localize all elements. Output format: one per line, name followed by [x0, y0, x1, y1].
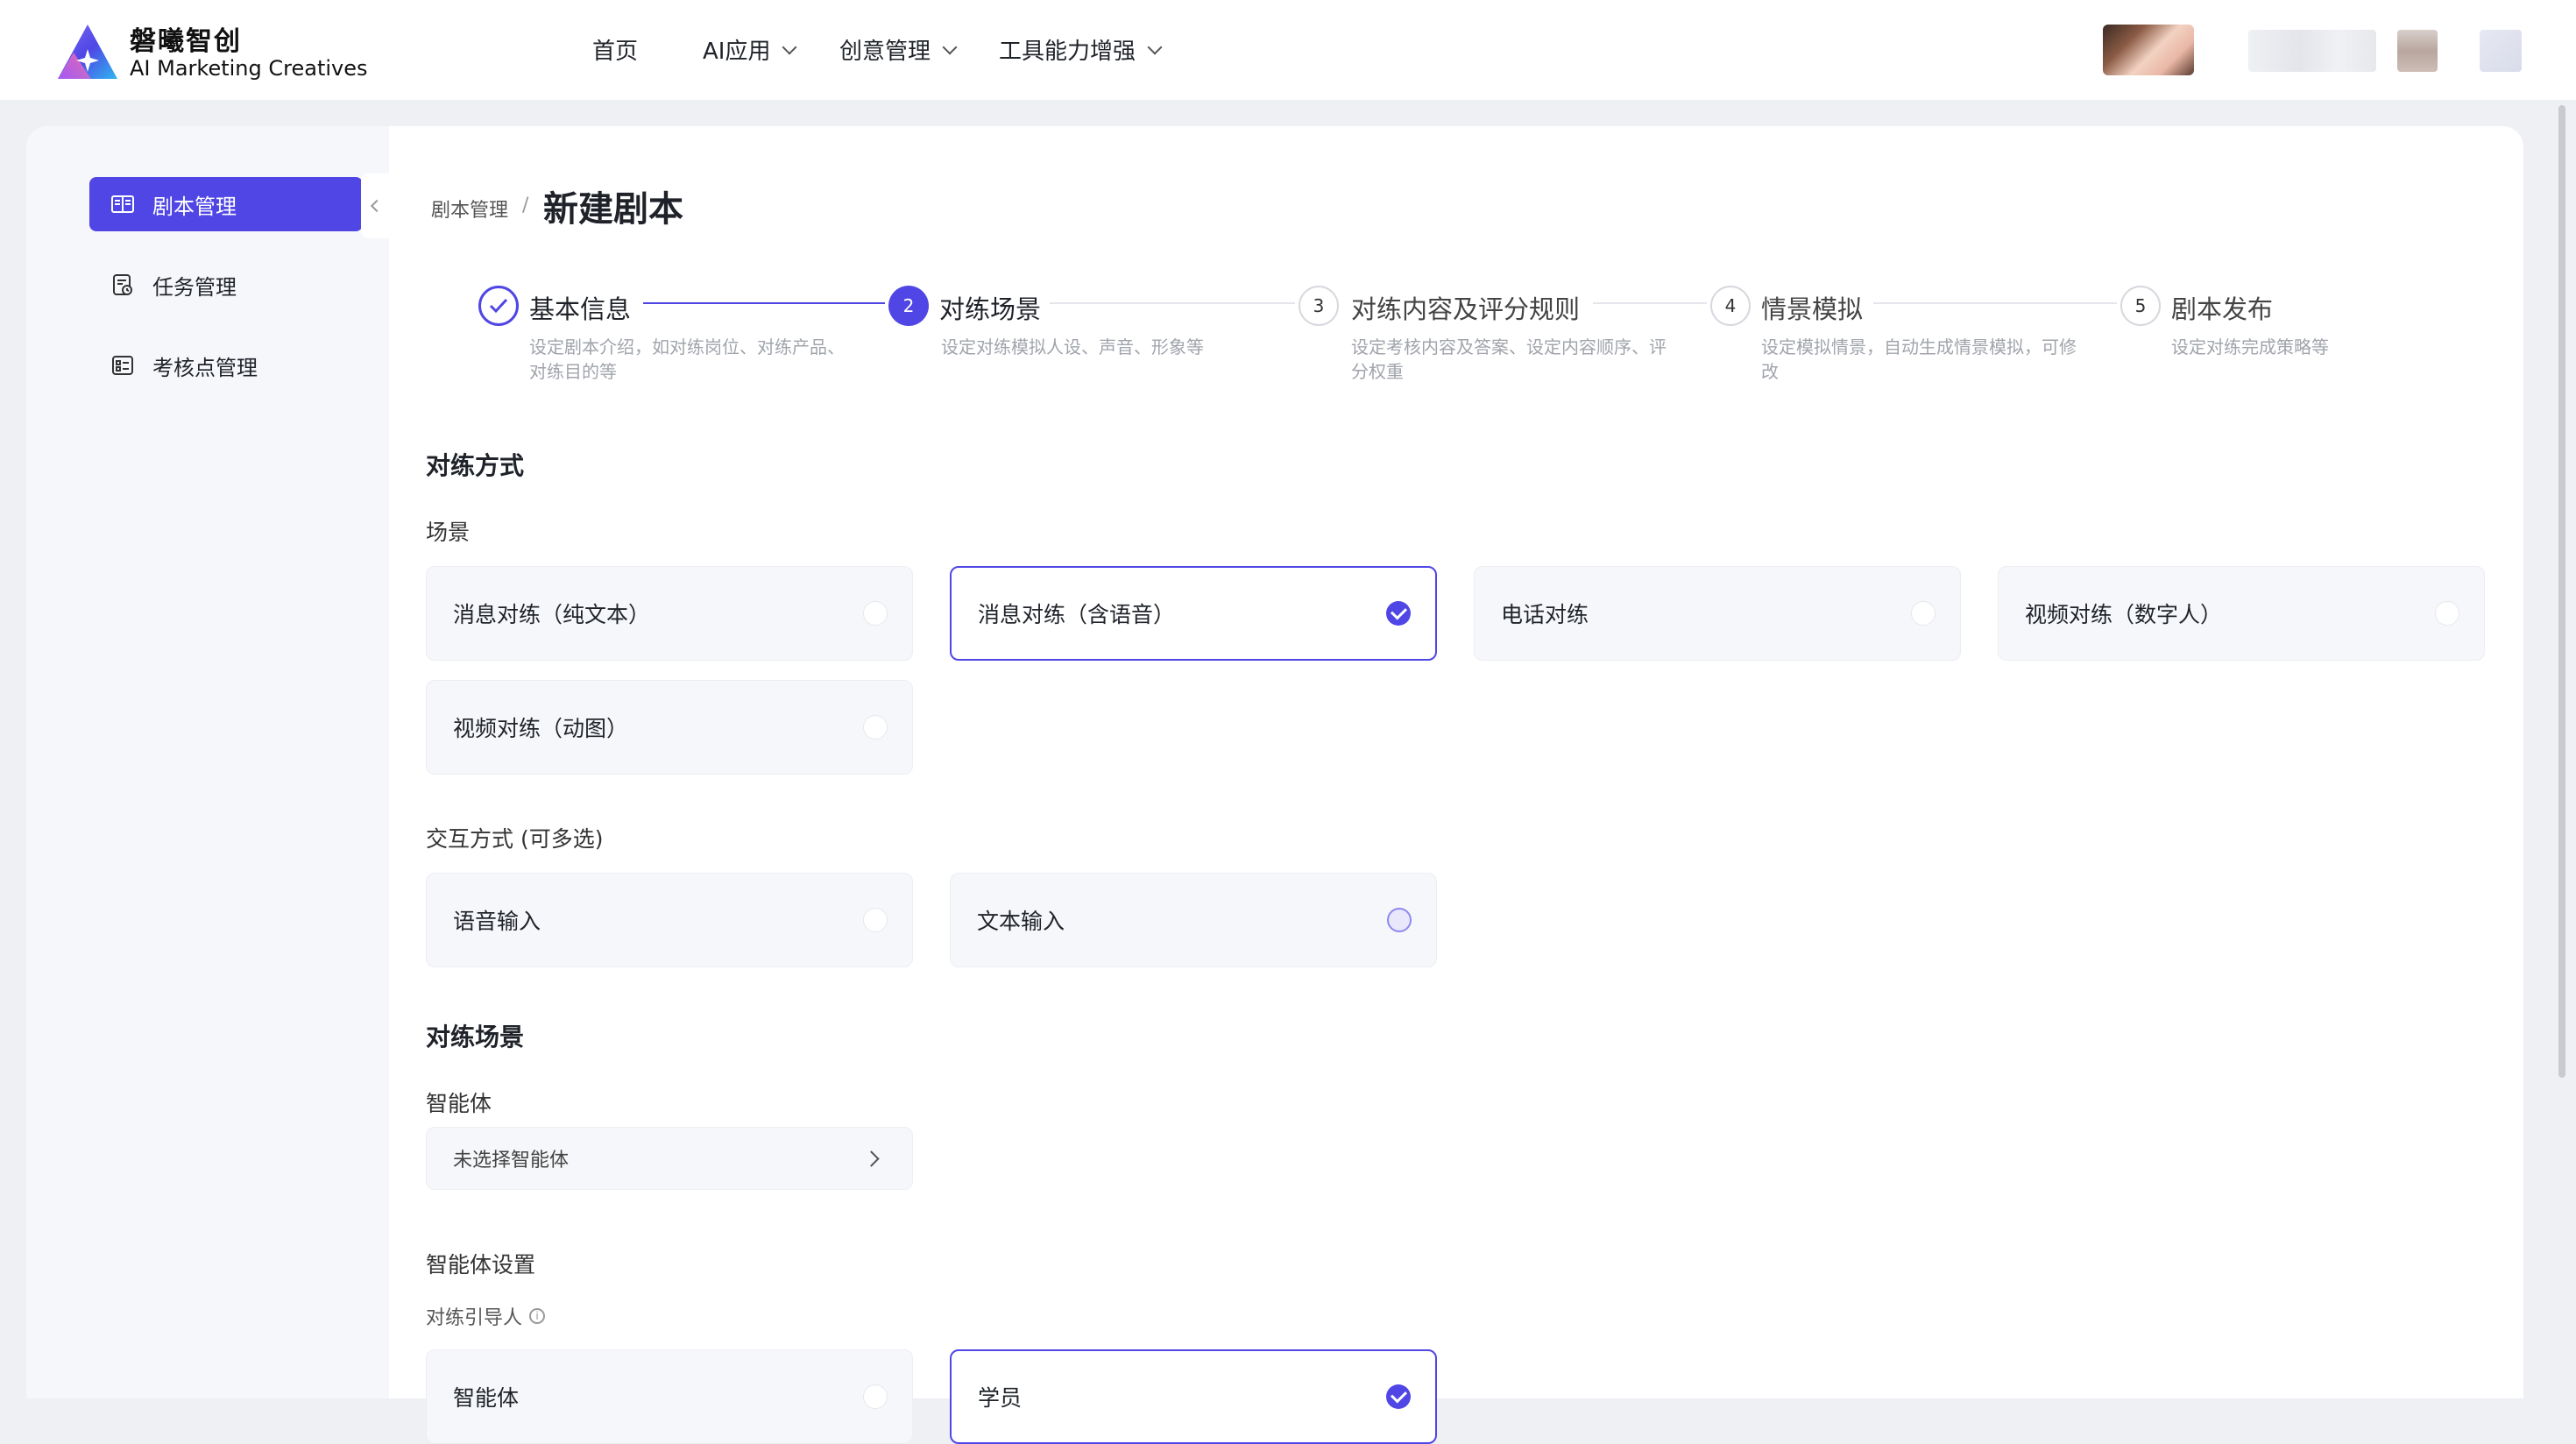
step-2-desc: 设定对练模拟人设、声音、形象等	[941, 336, 1204, 357]
step-2-title: 对练场景	[939, 294, 1042, 324]
scene-option-label: 消息对练（纯文本）	[453, 602, 651, 627]
scene-option-text-message[interactable]: 消息对练（纯文本）	[426, 566, 913, 661]
brand-name: 磐曦智创	[130, 26, 242, 57]
agent-label: 智能体	[426, 1091, 492, 1116]
chevron-right-icon	[863, 1150, 880, 1167]
step-connector	[1593, 302, 1707, 304]
book-icon	[111, 195, 134, 213]
user-avatar[interactable]	[2103, 25, 2194, 75]
step-5-desc: 设定对练完成策略等	[2171, 336, 2329, 357]
step-connector	[1873, 302, 2117, 304]
sidebar-item-label: 任务管理	[152, 274, 237, 300]
step-3-title: 对练内容及评分规则	[1351, 294, 1581, 324]
sidebar-item-script-management[interactable]: 剧本管理	[89, 177, 363, 231]
scene-option-label: 视频对练（动图）	[453, 716, 629, 741]
guide-option-agent[interactable]: 智能体	[426, 1349, 913, 1444]
guide-option-label: 智能体	[453, 1385, 520, 1411]
scene-option-label: 电话对练	[1501, 602, 1589, 627]
nav-tool-enhancement[interactable]: 工具能力增强	[999, 33, 1163, 66]
step-5-title: 剧本发布	[2171, 294, 2274, 324]
step-1-desc: 设定剧本介绍，如对练岗位、对练产品、对练目的等	[529, 336, 845, 382]
nav-creative-management[interactable]: 创意管理	[839, 33, 958, 66]
sidebar-item-label: 剧本管理	[152, 194, 237, 219]
info-icon[interactable]: i	[529, 1308, 546, 1324]
top-navigation-bar: 磐曦智创 AI Marketing Creatives 首页 AI应用 创意管理…	[0, 0, 2576, 100]
agent-select-placeholder: 未选择智能体	[453, 1150, 570, 1171]
sidebar-item-label: 考核点管理	[152, 355, 258, 380]
checkbox-partial-icon[interactable]	[1387, 908, 1412, 932]
nav-ai-apps[interactable]: AI应用	[703, 33, 797, 66]
section-practice-mode-title: 对练方式	[426, 451, 525, 480]
nav-ai-apps-label: AI应用	[703, 39, 771, 65]
radio-checked-icon[interactable]	[1386, 1384, 1411, 1409]
scene-option-video-digital-human[interactable]: 视频对练（数字人）	[1998, 566, 2485, 661]
scene-option-phone[interactable]: 电话对练	[1474, 566, 1961, 661]
step-connector	[1050, 302, 1295, 304]
radio-unchecked-icon[interactable]	[2435, 601, 2459, 626]
interaction-option-label: 语音输入	[453, 909, 541, 934]
sidebar-item-checkpoint-management[interactable]: 考核点管理	[89, 338, 363, 393]
breadcrumb-parent[interactable]: 剧本管理	[431, 195, 508, 223]
step-3-number: 3	[1299, 286, 1339, 326]
radio-unchecked-icon[interactable]	[1911, 601, 1936, 626]
nav-creative-label: 创意管理	[839, 39, 931, 65]
brand-subtitle: AI Marketing Creatives	[130, 56, 368, 81]
nav-home-label: 首页	[592, 39, 639, 65]
brand-logo-icon[interactable]	[56, 23, 119, 81]
section-practice-scene-title: 对练场景	[426, 1023, 525, 1051]
checklist-icon	[112, 356, 133, 375]
guide-label: 对练引导人	[426, 1307, 523, 1329]
radio-checked-icon[interactable]	[1386, 601, 1411, 626]
sidebar: 剧本管理 任务管理 考核点管理	[26, 126, 389, 1398]
radio-unchecked-icon[interactable]	[863, 1384, 888, 1409]
agent-select[interactable]: 未选择智能体	[426, 1127, 913, 1190]
nav-home[interactable]: 首页	[592, 33, 638, 66]
user-name-redacted	[2248, 30, 2376, 72]
scene-option-voice-message[interactable]: 消息对练（含语音）	[950, 566, 1437, 661]
sidebar-item-task-management[interactable]: 任务管理	[89, 258, 363, 312]
interaction-mode-label: 交互方式 (可多选)	[426, 826, 604, 852]
chevron-down-icon	[1147, 39, 1163, 54]
page-title: 新建剧本	[543, 189, 683, 230]
radio-unchecked-icon[interactable]	[863, 715, 888, 740]
step-3-desc: 设定考核内容及答案、设定内容顺序、评分权重	[1351, 336, 1667, 382]
page-scrollbar-thumb[interactable]	[2558, 105, 2565, 1078]
sidebar-collapse-button[interactable]	[361, 173, 389, 238]
breadcrumb-separator: /	[522, 195, 529, 216]
step-1-check-icon	[478, 286, 519, 326]
scene-option-video-animated[interactable]: 视频对练（动图）	[426, 680, 913, 775]
radio-unchecked-icon[interactable]	[863, 601, 888, 626]
interaction-option-label: 文本输入	[977, 909, 1065, 934]
interaction-option-voice-input[interactable]: 语音输入	[426, 873, 913, 967]
agent-settings-title: 智能体设置	[426, 1252, 536, 1278]
chevron-down-icon	[782, 39, 797, 54]
guide-option-student[interactable]: 学员	[950, 1349, 1437, 1444]
user-org-redacted	[2397, 30, 2438, 72]
chevron-down-icon	[942, 39, 958, 54]
user-menu-redacted[interactable]	[2480, 30, 2522, 72]
step-4-title: 情景模拟	[1761, 294, 1864, 324]
step-1-title: 基本信息	[529, 294, 632, 324]
chevron-left-icon	[370, 199, 384, 213]
nav-tool-label: 工具能力增强	[999, 39, 1136, 65]
interaction-option-text-input[interactable]: 文本输入	[950, 873, 1437, 967]
checkbox-unchecked-icon[interactable]	[863, 908, 888, 932]
step-4-desc: 设定模拟情景，自动生成情景模拟，可修改	[1761, 336, 2077, 382]
scene-label: 场景	[426, 520, 471, 545]
scene-option-label: 消息对练（含语音）	[978, 602, 1176, 627]
guide-label-row: 对练引导人 i	[426, 1302, 546, 1330]
step-5-number: 5	[2120, 286, 2161, 326]
task-icon	[113, 274, 132, 295]
step-2-number: 2	[888, 286, 929, 326]
step-4-number: 4	[1710, 286, 1751, 326]
guide-option-label: 学员	[978, 1385, 1023, 1411]
scene-option-label: 视频对练（数字人）	[2025, 602, 2223, 627]
step-connector	[643, 302, 885, 304]
